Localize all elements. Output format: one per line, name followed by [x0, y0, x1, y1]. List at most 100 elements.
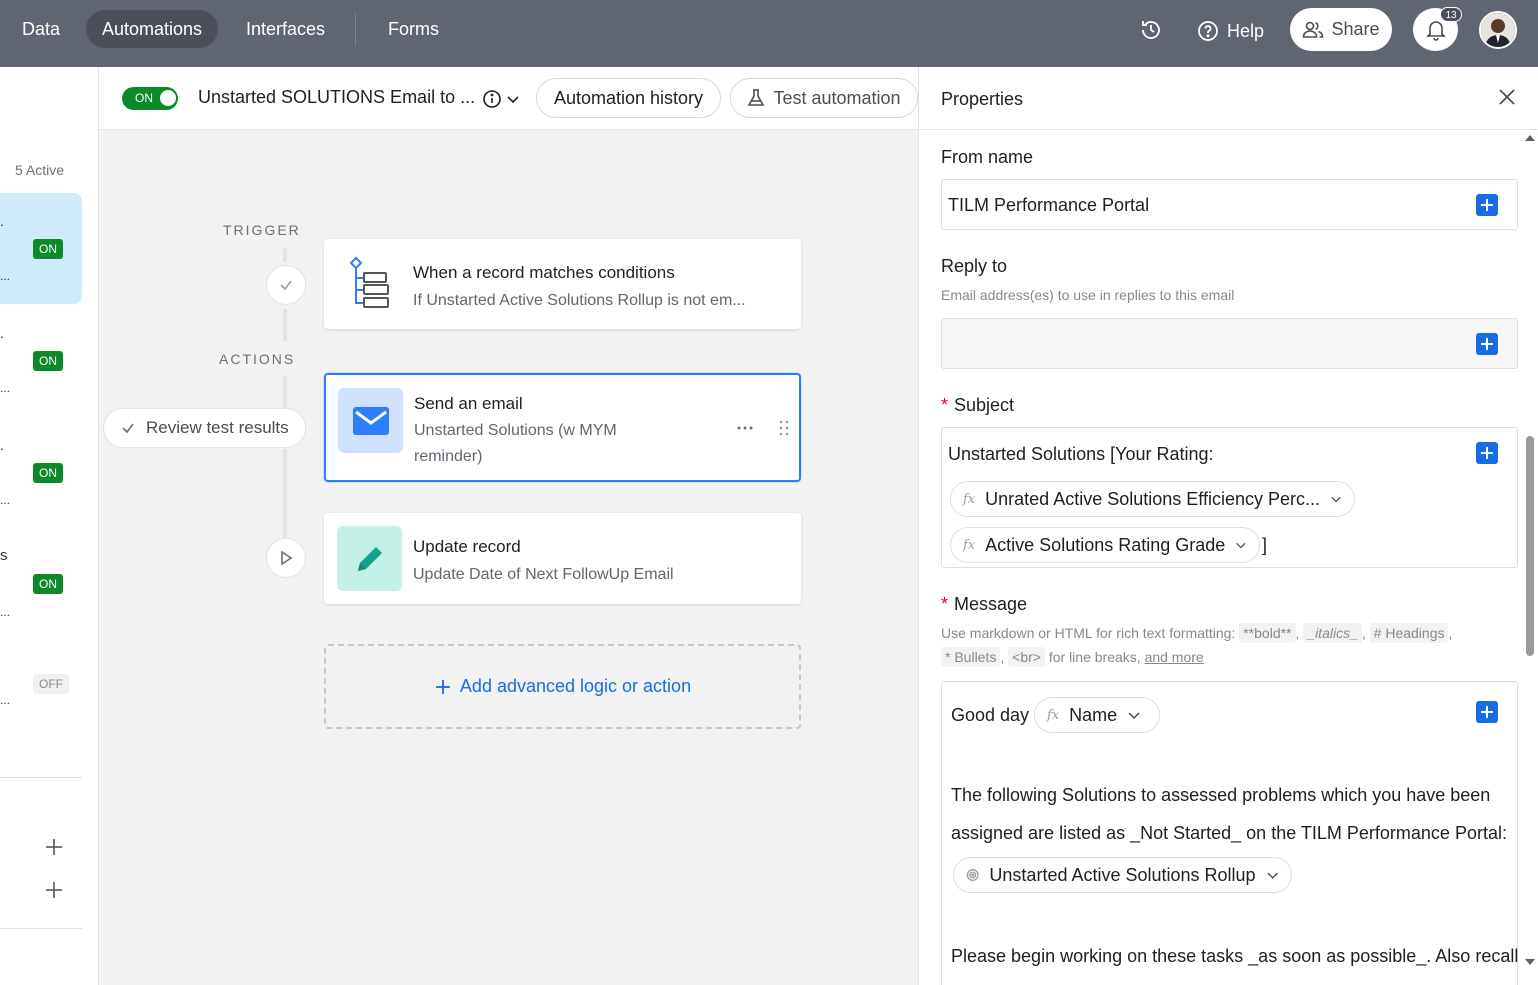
more-options-icon[interactable] [736, 419, 754, 437]
send-email-card-title: Send an email [414, 394, 523, 413]
insert-field-plus-icon[interactable] [1476, 701, 1498, 723]
subject-field[interactable]: Unstarted Solutions [Your Rating: fx Unr… [941, 427, 1518, 568]
help-button[interactable]: Help [1197, 16, 1264, 46]
trigger-card-title: When a record matches conditions [413, 263, 675, 282]
list-item-automation-1[interactable]: . ON ... [0, 193, 82, 304]
drag-handle-icon[interactable] [778, 419, 790, 437]
history-icon[interactable] [1138, 17, 1164, 43]
automation-title[interactable]: Unstarted SOLUTIONS Email to ... [198, 87, 475, 108]
run-action-node[interactable] [266, 538, 306, 578]
scrollbar-thumb[interactable] [1526, 436, 1534, 656]
from-name-value: TILM Performance Portal [948, 195, 1150, 215]
token-label: Unrated Active Solutions Efficiency Perc… [985, 488, 1320, 509]
message-label: * Message [941, 594, 1028, 614]
message-help-line-2: * Bullets, <br> for line breaks, and mor… [941, 647, 1204, 667]
flow-connector [283, 309, 287, 341]
nav-tab-interfaces[interactable]: Interfaces [230, 10, 341, 48]
scroll-up-arrow-icon[interactable] [1524, 133, 1536, 143]
message-token-rollup[interactable]: Unstarted Active Solutions Rollup [953, 857, 1292, 893]
reply-to-field[interactable] [941, 318, 1518, 369]
formula-icon: fx [963, 537, 976, 553]
scroll-down-arrow-icon[interactable] [1524, 957, 1536, 967]
automation-list: 5 Active . ON ... . ON ... . ON ... s ON… [0, 67, 99, 985]
share-label: Share [1331, 19, 1380, 39]
insert-field-plus-icon[interactable] [1476, 333, 1498, 355]
and-more-link[interactable]: and more [1145, 649, 1204, 665]
token-label: Name [1069, 704, 1118, 725]
reply-to-help: Email address(es) to use in replies to t… [941, 287, 1235, 303]
automation-history-button[interactable]: Automation history [536, 78, 721, 118]
list-item-automation-3[interactable]: . ON ... [0, 417, 82, 528]
status-badge: ON [33, 239, 63, 259]
trigger-card-subtitle: If Unstarted Active Solutions Rollup is … [413, 292, 746, 309]
toggle-label: ON [135, 91, 153, 105]
formula-icon: fx [963, 491, 976, 507]
toggle-knob [160, 90, 176, 106]
chevron-down-icon [1331, 496, 1341, 503]
properties-header: Properties [919, 67, 1538, 130]
status-badge: OFF [33, 674, 69, 694]
message-body-line: The following Solutions to assessed prob… [951, 785, 1491, 805]
check-icon [122, 423, 134, 434]
subject-text: Unstarted Solutions [Your Rating: [948, 444, 1214, 464]
list-item-text: s [0, 547, 8, 564]
chevron-down-icon [1128, 712, 1140, 720]
user-avatar[interactable] [1479, 11, 1517, 49]
pencil-icon [337, 526, 402, 591]
nav-tab-data[interactable]: Data [6, 10, 76, 48]
subject-token-efficiency[interactable]: fx Unrated Active Solutions Efficiency P… [950, 481, 1355, 517]
reply-to-label: Reply to [941, 256, 1008, 276]
send-email-card[interactable]: Send an email Unstarted Solutions (w MYM… [324, 373, 801, 482]
share-button[interactable]: Share [1290, 8, 1392, 51]
message-token-name[interactable]: fx Name [1034, 697, 1160, 733]
list-divider [0, 928, 82, 929]
automation-header: ON Unstarted SOLUTIONS Email to ... Auto… [99, 67, 918, 130]
insert-field-plus-icon[interactable] [1476, 194, 1498, 216]
flow-connector [283, 248, 287, 262]
update-record-card[interactable]: Update record Update Date of Next Follow… [324, 513, 801, 604]
flow-connector [283, 449, 287, 539]
trigger-conditions-icon [337, 251, 402, 316]
formula-icon: fx [1047, 707, 1060, 723]
flow-connector [283, 376, 287, 408]
automation-canvas: TRIGGER When a record matches conditions… [99, 131, 918, 985]
users-icon [1303, 21, 1324, 38]
trigger-card[interactable]: When a record matches conditions If Unst… [324, 239, 801, 329]
review-test-results-label: Review test results [146, 418, 289, 437]
subject-tail-text: ] [1262, 535, 1268, 555]
bell-icon [1425, 20, 1446, 41]
message-field[interactable]: Good day fx Name The following Solutions… [941, 681, 1518, 985]
update-record-card-title: Update record [413, 537, 521, 556]
from-name-field[interactable]: TILM Performance Portal [941, 179, 1518, 230]
properties-panel: Properties From name TILM Performance Po… [918, 67, 1538, 985]
subject-token-rating-grade[interactable]: fx Active Solutions Rating Grade [950, 527, 1260, 563]
close-icon[interactable] [1497, 87, 1517, 107]
add-advanced-logic-button[interactable]: Add advanced logic or action [324, 644, 801, 729]
add-section-icon[interactable] [44, 880, 64, 900]
from-name-label: From name [941, 147, 1034, 167]
message-greeting: Good day [951, 705, 1030, 725]
automation-on-toggle[interactable]: ON [122, 87, 178, 110]
list-item-automation-4[interactable]: s ON ... [0, 529, 82, 640]
list-divider [0, 777, 82, 778]
message-body-line: Please begin working on these tasks _as … [951, 946, 1519, 966]
nav-tab-forms[interactable]: Forms [372, 10, 455, 48]
help-label: Help [1227, 20, 1265, 41]
send-email-card-subtitle: reminder) [414, 448, 483, 465]
add-automation-icon[interactable] [44, 837, 64, 857]
list-item-automation-2[interactable]: . ON ... [0, 305, 82, 416]
insert-field-plus-icon[interactable] [1476, 442, 1498, 464]
automation-info-button[interactable] [482, 87, 524, 111]
markdown-bold-chip: **bold** [1239, 623, 1296, 643]
test-automation-label: Test automation [773, 87, 901, 108]
test-automation-button[interactable]: Test automation [730, 78, 918, 118]
list-item-automation-5[interactable]: OFF ... [0, 641, 82, 752]
top-nav-bar: Data Automations Interfaces Forms Help S… [0, 0, 1538, 67]
status-badge: ON [33, 351, 63, 371]
markdown-bullets-chip: * Bullets [941, 647, 1001, 667]
nav-tab-automations[interactable]: Automations [86, 10, 219, 48]
review-test-results-button[interactable]: Review test results [103, 408, 306, 448]
markdown-br-chip: <br> [1008, 647, 1045, 667]
chevron-down-icon [507, 96, 519, 104]
message-help-line-1: Use markdown or HTML for rich text forma… [941, 623, 1453, 643]
